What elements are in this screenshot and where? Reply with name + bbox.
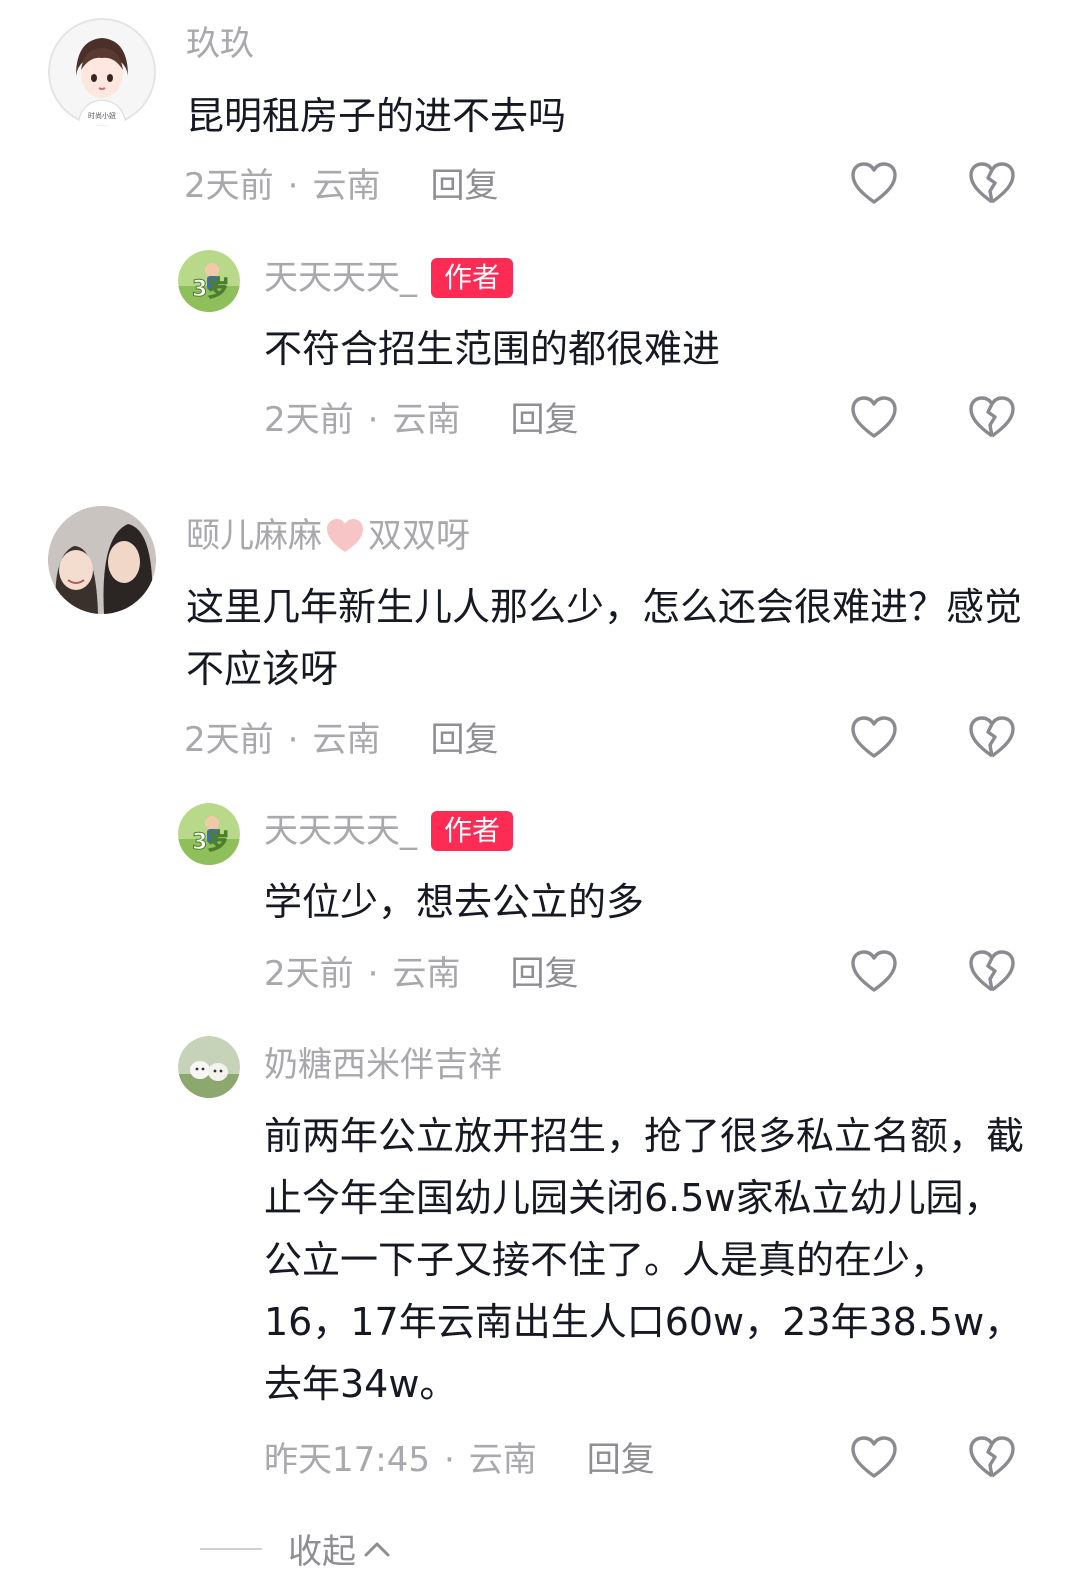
avatar[interactable]: 时尚小妞 [48,18,156,126]
avatar[interactable]: 3岁 [178,803,240,865]
comment-meta: 2天前 · 云南 回复 [184,718,498,762]
comment-text: 学位少，想去公立的多 [264,880,645,924]
comment-time: 昨天17:45 [264,1440,430,1480]
comment-location: 云南 [392,400,461,440]
reply-button[interactable]: 回复 [510,954,578,994]
collapse-label: 收起 [288,1532,356,1572]
comment-username[interactable]: 天天天天_ 作者 [264,811,514,851]
comment-text: 前两年公立放开招生，抢了很多私立名额，截止今年全国幼儿园关闭6.5w家私立幼儿园… [264,1114,1025,1406]
comment-username[interactable]: 奶糖西米伴吉祥 [264,1045,502,1085]
avatar[interactable] [178,1036,240,1098]
comment-location: 云南 [312,720,381,760]
heart-outline-icon [851,950,897,992]
pink-heart-icon [324,516,366,556]
reply-button[interactable]: 回复 [510,400,578,440]
comment-time: 2天前 [184,166,274,206]
broken-heart-icon [969,716,1015,758]
comment-time: 2天前 [264,400,354,440]
username-part2: 双双呀 [368,516,470,556]
avatar[interactable] [48,506,156,614]
comment-meta: 2天前 · 云南 回复 [184,164,498,208]
author-badge: 作者 [431,811,514,851]
dislike-button[interactable] [966,1432,1018,1484]
like-button[interactable] [848,712,900,764]
reply-button[interactable]: 回复 [430,720,498,760]
heart-outline-icon [851,396,897,438]
comment-text: 昆明租房子的进不去吗 [186,94,567,138]
chevron-up-icon [362,1539,392,1559]
meta-separator: · [287,720,299,760]
heart-outline-icon [851,1436,897,1478]
username-text: 天天天天_ [264,258,417,298]
comment-text: 这里几年新生儿人那么少，怎么还会很难进？感觉不应该呀 [186,585,1023,691]
dislike-button[interactable] [966,158,1018,210]
broken-heart-icon [969,1436,1015,1478]
comment-location: 云南 [392,954,461,994]
comment-username[interactable]: 天天天天_ 作者 [264,258,514,298]
comment-time: 2天前 [184,720,274,760]
like-button[interactable] [848,946,900,998]
avatar[interactable]: 3岁 [178,250,240,312]
comment-username[interactable]: 颐儿麻麻 双双呀 [186,516,470,556]
avatar-text: 时尚小妞 [88,111,116,120]
meta-separator: · [367,954,379,994]
like-button[interactable] [848,158,900,210]
broken-heart-icon [969,162,1015,204]
comment-username[interactable]: 玖玖 [186,24,254,64]
reply-button[interactable]: 回复 [587,1440,655,1480]
heart-outline-icon [851,716,897,758]
meta-separator: · [367,400,379,440]
avatar-text: 3岁 [192,276,229,302]
comment-text: 不符合招生范围的都很难进 [264,327,721,371]
heart-outline-icon [851,162,897,204]
dislike-button[interactable] [966,392,1018,444]
username-text: 天天天天_ [264,811,417,851]
collapse-replies-button[interactable]: 收起 [200,1524,392,1572]
broken-heart-icon [969,396,1015,438]
comment-location: 云南 [312,166,381,206]
collapse-divider [200,1547,262,1550]
like-button[interactable] [848,392,900,444]
comment-meta: 2天前 · 云南 回复 [264,398,578,442]
broken-heart-icon [969,950,1015,992]
dislike-button[interactable] [966,712,1018,764]
comment-time: 2天前 [264,954,354,994]
comment-meta: 昨天17:45 · 云南 回复 [264,1438,655,1482]
like-button[interactable] [848,1432,900,1484]
avatar-text: 3岁 [192,829,229,855]
comment-location: 云南 [468,1440,537,1480]
reply-button[interactable]: 回复 [430,166,498,206]
meta-separator: · [287,166,299,206]
dislike-button[interactable] [966,946,1018,998]
meta-separator: · [443,1440,455,1480]
username-part1: 颐儿麻麻 [186,516,322,556]
comment-meta: 2天前 · 云南 回复 [264,952,578,996]
author-badge: 作者 [431,258,514,298]
